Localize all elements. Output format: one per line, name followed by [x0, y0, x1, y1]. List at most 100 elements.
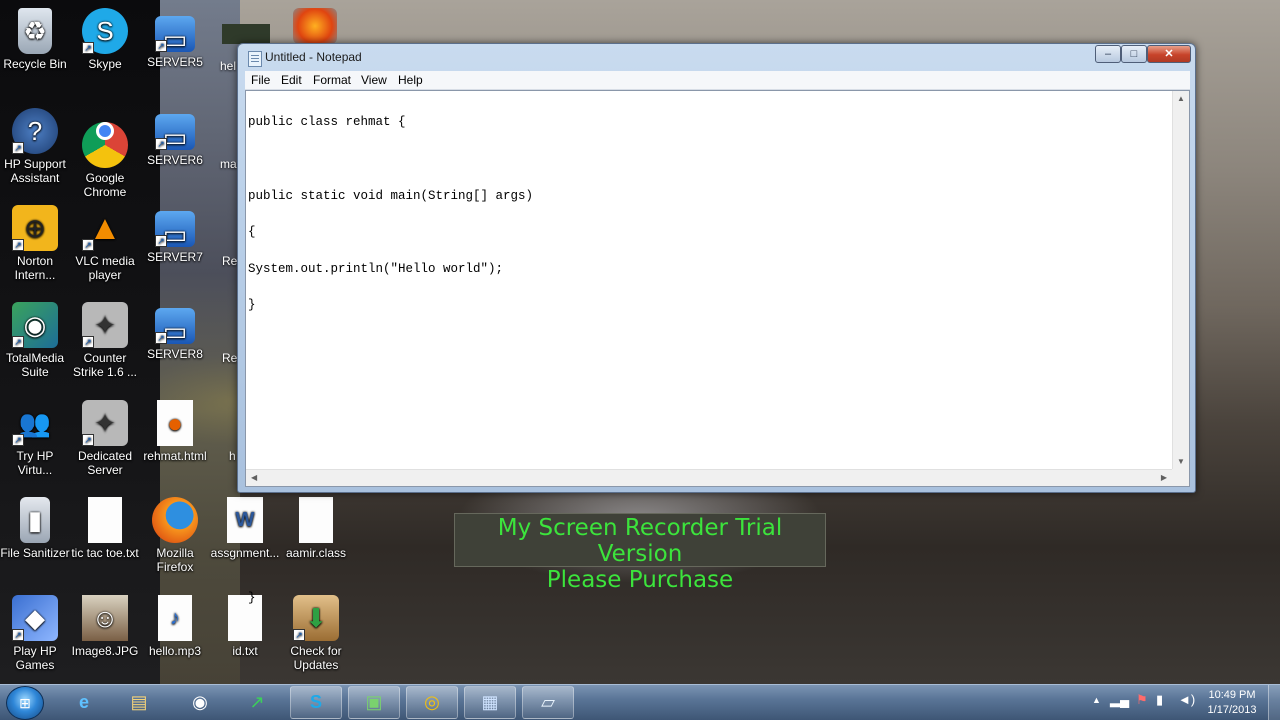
horizontal-scrollbar[interactable]: ◀ ▶: [246, 469, 1172, 486]
signal-icon[interactable]: ▂▄: [1110, 692, 1129, 708]
desktop-icon-server6[interactable]: ▭ ↗ SERVER6: [140, 114, 210, 167]
totalmedia-icon: ◉ ↗: [12, 302, 58, 348]
file-sanitizer-icon: ▮: [20, 497, 50, 543]
action-center-icon[interactable]: ⚑: [1136, 692, 1148, 708]
internet-explorer-icon[interactable]: e: [58, 686, 110, 719]
menu-help[interactable]: Help: [398, 73, 423, 87]
desktop-icon-label: Counter Strike 1.6 ...: [72, 351, 138, 379]
shortcut-arrow-icon: ↗: [82, 239, 94, 251]
watermark-line-1: My Screen Recorder Trial Version: [497, 515, 783, 567]
desktop-icon-hp-virtual[interactable]: 👥 ↗ Try HP Virtu...: [0, 400, 70, 477]
menu-format[interactable]: Format: [313, 73, 351, 87]
taskbar: ⊞ e ▤ ◉ ↗ S ▣ ◎ ▦ ▱ ▲ ▂▄ ⚑ ▮ ◄) 10:49 PM…: [0, 684, 1280, 720]
desktop-icon-label: tic tac toe.txt: [71, 546, 139, 560]
show-hidden-icons-icon[interactable]: ▲: [1092, 695, 1101, 705]
stock-chart-icon[interactable]: ↗: [231, 686, 283, 719]
desktop-icon-image8[interactable]: ☺ Image8.JPG: [70, 595, 140, 658]
hp-games-icon: ◆ ↗: [12, 595, 58, 641]
wifi-app-icon[interactable]: ◉: [174, 686, 226, 719]
desktop-icon-totalmedia[interactable]: ◉ ↗ TotalMedia Suite: [0, 302, 70, 379]
desktop-icon-hp-support[interactable]: ? ↗ HP Support Assistant: [0, 108, 70, 185]
desktop-icon-rehmat-html[interactable]: ● rehmat.html: [140, 400, 210, 463]
show-desktop-button[interactable]: [1268, 685, 1280, 720]
computer-icon: ▭ ↗: [155, 308, 195, 346]
computer-icon: ▭ ↗: [155, 114, 195, 152]
file-explorer-icon[interactable]: ▤: [113, 686, 165, 719]
code-line: }: [248, 591, 256, 606]
shortcut-arrow-icon: ↗: [82, 42, 94, 54]
skype-icon: S ↗: [82, 8, 128, 54]
code-text[interactable]: public class rehmat { public static void…: [248, 92, 1168, 604]
counter-strike-icon: ✦ ↗: [82, 400, 128, 446]
chrome-icon[interactable]: ◎: [406, 686, 458, 719]
size-grip[interactable]: [1172, 469, 1189, 486]
code-line: public static void main(String[] args): [248, 188, 534, 203]
desktop-icon-norton[interactable]: ⊕ ↗ Norton Intern...: [0, 205, 70, 282]
desktop-icon-file-sanitizer[interactable]: ▮ File Sanitizer: [0, 497, 70, 560]
scroll-up-icon[interactable]: ▲: [1177, 94, 1185, 103]
code-line: {: [248, 225, 256, 240]
skype-icon[interactable]: S: [290, 686, 342, 719]
vertical-scrollbar[interactable]: ▲ ▼: [1172, 91, 1189, 469]
shortcut-arrow-icon: ↗: [12, 142, 24, 154]
notepad-window[interactable]: Untitled - Notepad – □ ✕ File Edit Forma…: [237, 43, 1196, 604]
maximize-button[interactable]: □: [1121, 45, 1147, 63]
minimize-button[interactable]: –: [1095, 45, 1121, 63]
shortcut-arrow-icon: ↗: [82, 434, 94, 446]
volume-icon[interactable]: ◄): [1178, 692, 1195, 707]
computer-icon: ▭ ↗: [155, 16, 195, 54]
recorder-watermark: My Screen Recorder Trial Version Please …: [454, 513, 826, 593]
presentation-icon[interactable]: ▣: [348, 686, 400, 719]
desktop-icon-tic-tac-toe[interactable]: tic tac toe.txt: [70, 497, 140, 560]
watermark-line-2: Please Purchase: [546, 567, 734, 593]
power-icon[interactable]: ▮: [1156, 692, 1163, 708]
desktop-icon-server5[interactable]: ▭ ↗ SERVER5: [140, 16, 210, 69]
desktop-icon-label: SERVER5: [147, 55, 203, 69]
menu-file[interactable]: File: [251, 73, 270, 87]
recycle-bin-icon: ♻: [18, 8, 52, 54]
shortcut-arrow-icon: ↗: [12, 239, 24, 251]
hp-virtual-icon: 👥 ↗: [12, 400, 58, 446]
clock-time: 10:49 PM: [1208, 689, 1256, 701]
scroll-right-icon[interactable]: ▶: [1161, 473, 1167, 482]
menu-view[interactable]: View: [361, 73, 387, 87]
code-line: }: [248, 298, 256, 313]
text-editor-area[interactable]: public class rehmat { public static void…: [245, 90, 1190, 604]
scroll-left-icon[interactable]: ◀: [251, 473, 257, 482]
windows-start-icon[interactable]: ⊞: [6, 686, 44, 720]
desktop-icon-firefox[interactable]: Mozilla Firefox: [140, 497, 210, 574]
vlc-icon: ▲ ↗: [82, 205, 128, 251]
desktop-icon-server7[interactable]: ▭ ↗ SERVER7: [140, 211, 210, 264]
desktop-icon-hp-games[interactable]: ◆ ↗ Play HP Games: [0, 595, 70, 672]
desktop-icon-label: Norton Intern...: [14, 254, 56, 282]
desktop-icon-label: Try HP Virtu...: [16, 449, 54, 477]
close-button[interactable]: ✕: [1147, 45, 1191, 63]
partial-icon-label: ma: [220, 157, 237, 171]
norton-icon: ⊕ ↗: [12, 205, 58, 251]
desktop-icon-skype[interactable]: S ↗ Skype: [70, 8, 140, 71]
desktop-icon-counter-strike[interactable]: ✦ ↗ Counter Strike 1.6 ...: [70, 302, 140, 379]
desktop-icon-recycle-bin[interactable]: ♻ Recycle Bin: [0, 8, 70, 71]
shortcut-arrow-icon: ↗: [12, 629, 24, 641]
menu-edit[interactable]: Edit: [281, 73, 302, 87]
desktop-icon-chrome[interactable]: Google Chrome: [70, 108, 140, 199]
notepad-icon: [248, 51, 262, 67]
desktop-icon-dedicated-server[interactable]: ✦ ↗ Dedicated Server: [70, 400, 140, 477]
firefox-icon: [152, 497, 198, 543]
scroll-down-icon[interactable]: ▼: [1177, 457, 1185, 466]
clock[interactable]: 10:49 PM 1/17/2013: [1200, 688, 1264, 718]
partial-icon-label: h: [229, 449, 236, 463]
desktop-icon-hello-mp3[interactable]: ♪ hello.mp3: [140, 595, 210, 658]
desktop-icon-server8[interactable]: ▭ ↗ SERVER8: [140, 308, 210, 361]
control-panel-icon[interactable]: ▦: [464, 686, 516, 719]
desktop-icon-vlc[interactable]: ▲ ↗ VLC media player: [70, 205, 140, 282]
partial-icon-image: [222, 24, 270, 44]
partial-icon-label: Re: [222, 254, 238, 268]
desktop-icon-label: TotalMedia Suite: [5, 351, 65, 379]
partial-icon-flame: [293, 8, 337, 44]
notepad-icon[interactable]: ▱: [522, 686, 574, 719]
desktop-icon-label: File Sanitizer: [0, 546, 70, 560]
